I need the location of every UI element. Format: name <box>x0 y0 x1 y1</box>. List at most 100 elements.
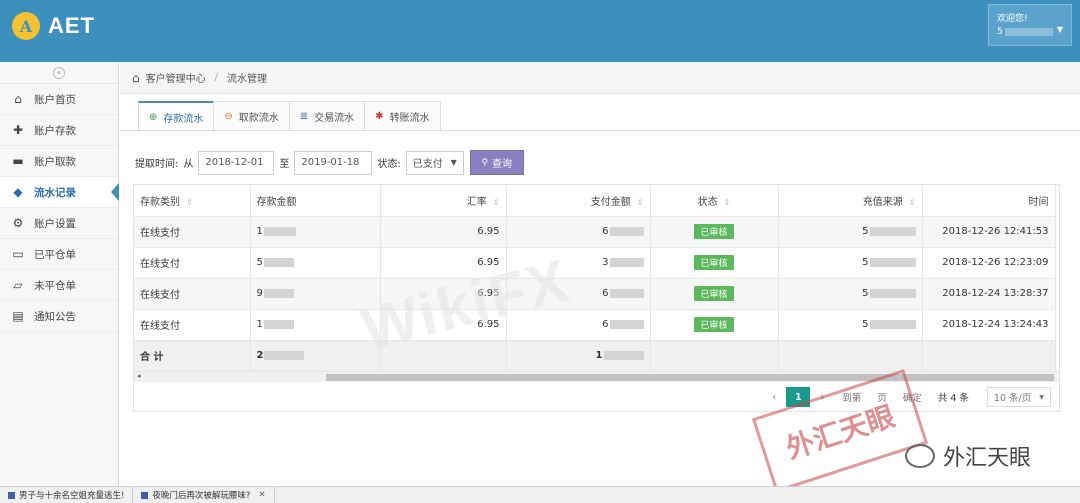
column-header-status[interactable]: 状态 ⇕ <box>650 185 779 217</box>
status-select[interactable]: 已支付 ▼ <box>405 150 464 175</box>
tags-icon: ◆ <box>13 185 23 199</box>
cell-time: 2018-12-26 12:41:53 <box>922 216 1056 248</box>
close-icon[interactable]: ✕ <box>258 490 265 500</box>
home-icon[interactable]: ⌂ <box>132 71 140 85</box>
blurred-value <box>869 226 916 236</box>
cell-paid: 6 <box>506 216 651 248</box>
cell-source: 5 <box>778 309 923 341</box>
tab-label: 交易流水 <box>314 113 355 124</box>
cell-type: 在线支付 <box>134 216 251 248</box>
blurred-value <box>263 319 294 329</box>
column-header-source[interactable]: 充值来源 ⇕ <box>778 185 923 217</box>
table-row: 在线支付 5 6.95 3 已审核 5 2018-12-26 12:23:09 <box>134 247 1056 279</box>
logo-icon: A <box>12 12 40 40</box>
cell-rate: 6.95 <box>380 216 507 248</box>
tab-label: 存款流水 <box>163 114 204 125</box>
total-source <box>778 340 923 372</box>
sidebar-item-home[interactable]: ⌂ 账户首页 <box>0 84 118 115</box>
blurred-value <box>609 257 644 267</box>
blurred-value <box>264 350 305 360</box>
tabs-divider <box>120 130 1080 131</box>
record-tabs: ⊕ 存款流水 ⊖ 取款流水 ≣ 交易流水 ✱ 转账流水 <box>138 101 441 132</box>
sort-icon[interactable]: ⇕ <box>724 198 731 207</box>
records-table: 存款类别 ⇕ 存款金额 汇率 ⇕ 支付金额 ⇕ 状态 ⇕ 充值来源 ⇕ 时间 在线支付 1… <box>134 185 1056 372</box>
sidebar-item-label: 流水记录 <box>34 186 76 199</box>
cell-type: 在线支付 <box>134 278 251 310</box>
wechat-icon <box>905 444 935 468</box>
breadcrumb-separator: / <box>214 72 218 83</box>
column-header-paid[interactable]: 支付金额 ⇕ <box>506 185 651 217</box>
cell-amount: 1 <box>250 216 381 248</box>
horizontal-scrollbar[interactable]: ◂ <box>134 371 1059 382</box>
blurred-value <box>869 319 916 329</box>
calendar-icon: ▤ <box>12 309 24 323</box>
cell-status: 已审核 <box>650 278 779 310</box>
app-logo[interactable]: A AET <box>12 10 95 42</box>
blurred-value <box>263 226 296 236</box>
deposit-icon: ⊕ <box>149 112 158 123</box>
column-header-amount[interactable]: 存款金额 <box>250 185 381 217</box>
sidebar-collapse[interactable]: « <box>0 62 118 84</box>
date-to-input[interactable]: 2019-01-18 <box>294 150 373 175</box>
per-page-select[interactable]: 10 条/页 ▾ <box>986 387 1051 407</box>
sidebar-item-notices[interactable]: ▤ 通知公告 <box>0 301 118 332</box>
scroll-left-icon[interactable]: ◂ <box>137 372 141 380</box>
collapse-icon[interactable]: « <box>53 66 65 79</box>
search-button[interactable]: ⚲ 查询 <box>469 150 524 175</box>
column-header-rate[interactable]: 汇率 ⇕ <box>380 185 507 217</box>
cell-source: 5 <box>778 216 923 248</box>
status-select-value: 已支付 <box>412 159 443 170</box>
blurred-value <box>609 226 644 236</box>
column-header-type[interactable]: 存款类别 ⇕ <box>134 185 251 217</box>
breadcrumb-root[interactable]: 客户管理中心 <box>146 70 206 85</box>
sidebar-item-closed-orders[interactable]: ▭ 已平仓单 <box>0 239 118 270</box>
table-row: 在线支付 1 6.95 6 已审核 5 2018-12-26 12:41:53 <box>134 216 1056 248</box>
prev-page-icon[interactable]: ‹ <box>762 387 786 407</box>
chevron-down-icon[interactable]: ▼ <box>1057 23 1063 36</box>
to-label: 至 <box>279 159 290 170</box>
cell-amount: 5 <box>250 247 381 279</box>
sort-icon[interactable]: ⇕ <box>637 198 644 207</box>
scrollbar-thumb[interactable] <box>326 374 1054 381</box>
gears-icon: ⚙ <box>12 216 24 230</box>
taskbar-item[interactable]: 男子与十余名空姐充量逃生! <box>0 486 134 503</box>
sort-icon[interactable]: ⇕ <box>186 198 193 207</box>
sidebar-item-records[interactable]: ◆ 流水记录 <box>0 177 119 208</box>
sidebar-item-deposit[interactable]: ✚ 账户存款 <box>0 115 118 146</box>
from-label: 从 <box>183 159 194 170</box>
blurred-value <box>609 288 644 298</box>
blurred-value <box>263 288 294 298</box>
tab-deposit-records[interactable]: ⊕ 存款流水 <box>138 101 215 132</box>
chevron-down-icon: ▾ <box>1039 391 1044 403</box>
tab-withdraw-records[interactable]: ⊖ 取款流水 <box>213 101 290 131</box>
date-from-input[interactable]: 2018-12-01 <box>198 150 275 175</box>
breadcrumb-current: 流水管理 <box>227 74 267 85</box>
tab-transfer-records[interactable]: ✱ 转账流水 <box>364 101 441 131</box>
folder-open-icon: ▱ <box>13 278 23 292</box>
user-menu[interactable]: 欢迎您! 5 ▼ <box>988 4 1072 46</box>
sidebar-item-settings[interactable]: ⚙ 账户设置 <box>0 208 118 239</box>
sidebar-item-open-orders[interactable]: ▱ 未平仓单 <box>0 270 118 301</box>
column-header-time[interactable]: 时间 <box>922 185 1056 217</box>
sidebar-item-label: 账户存款 <box>34 124 76 137</box>
table-total-row: 合 计 2 1 <box>134 340 1056 372</box>
blurred-value <box>869 257 916 267</box>
withdraw-icon: ⊖ <box>224 111 233 122</box>
sidebar-item-withdraw[interactable]: ▬ 账户取款 <box>0 146 118 177</box>
total-amount: 2 <box>250 340 381 372</box>
tab-trade-records[interactable]: ≣ 交易流水 <box>288 101 366 131</box>
time-label: 提取时间: <box>135 159 179 170</box>
sort-icon[interactable]: ⇕ <box>909 198 916 207</box>
blurred-value <box>263 257 294 267</box>
taskbar-item[interactable]: 夜晚门后再次被解玩腰味? ✕ <box>133 486 275 503</box>
total-count: 共 4 条 <box>937 393 969 404</box>
table-row: 在线支付 9 6.95 6 已审核 5 2018-12-24 13:28:37 <box>134 278 1056 310</box>
filter-bar: 提取时间: 从 2018-12-01 至 2019-01-18 状态: 已支付 … <box>135 150 524 175</box>
sort-icon[interactable]: ⇕ <box>493 198 500 207</box>
cell-status: 已审核 <box>650 216 779 248</box>
sidebar-item-label: 已平仓单 <box>34 248 76 261</box>
sidebar-item-label: 通知公告 <box>34 310 76 323</box>
status-badge: 已审核 <box>694 224 734 239</box>
folder-icon: ▭ <box>12 247 24 261</box>
blurred-value <box>603 350 644 360</box>
